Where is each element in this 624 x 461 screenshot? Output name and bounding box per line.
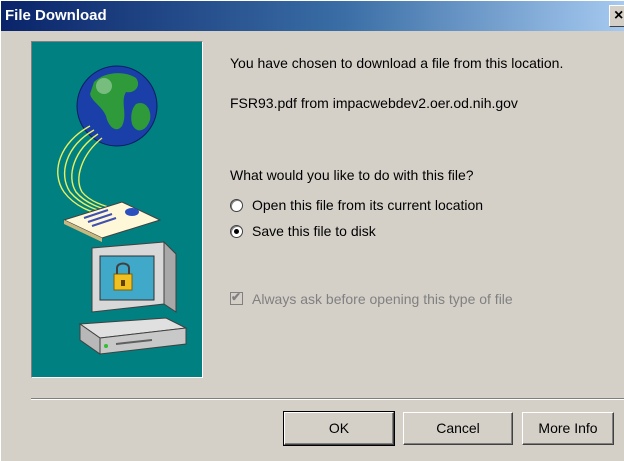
file-download-dialog: File Download × You have chosen to downl… — [0, 0, 624, 461]
divider — [31, 398, 624, 400]
question-text: What would you like to do with this file… — [230, 167, 474, 183]
computer-icon — [78, 240, 188, 355]
title-bar[interactable]: File Download × — [1, 1, 624, 31]
close-button[interactable]: × — [609, 5, 624, 27]
radio-open-label[interactable]: Open this file from its current location — [252, 197, 483, 213]
more-info-button[interactable]: More Info — [522, 412, 614, 445]
cancel-button[interactable]: Cancel — [403, 412, 513, 445]
always-ask-checkbox[interactable]: ✔ — [230, 290, 243, 305]
radio-selected-dot — [234, 229, 239, 234]
download-illustration — [31, 41, 203, 378]
checkmark-icon: ✔ — [231, 290, 242, 304]
close-icon: × — [614, 7, 624, 24]
file-source-text: FSR93.pdf from impacwebdev2.oer.od.nih.g… — [230, 95, 518, 111]
radio-save-button[interactable] — [230, 225, 243, 238]
intro-text: You have chosen to download a file from … — [230, 55, 564, 71]
always-ask-label[interactable]: Always ask before opening this type of f… — [252, 291, 513, 307]
radio-open-button[interactable] — [230, 199, 243, 212]
window-title: File Download — [5, 7, 107, 24]
radio-save-label[interactable]: Save this file to disk — [252, 223, 376, 239]
globe-icon — [76, 65, 158, 147]
ok-button[interactable]: OK — [283, 411, 395, 446]
document-icon — [62, 201, 162, 242]
